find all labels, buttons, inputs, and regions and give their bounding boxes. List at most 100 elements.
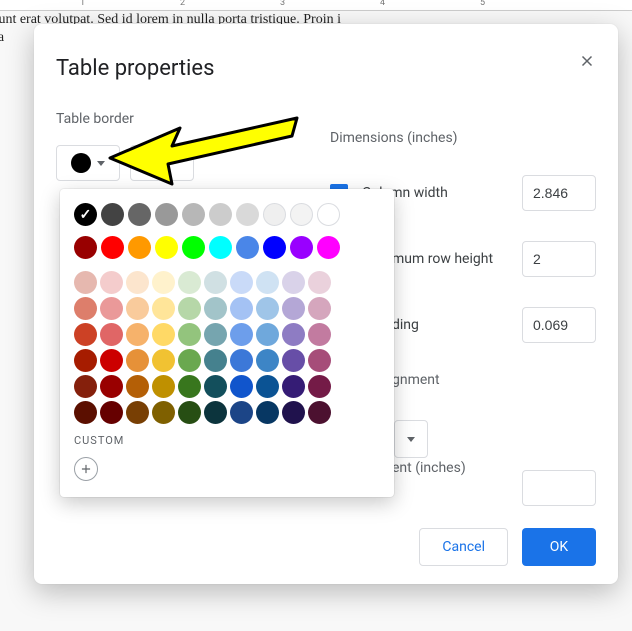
color-swatch[interactable]	[152, 401, 175, 424]
color-swatch[interactable]	[100, 323, 123, 346]
color-swatch[interactable]	[256, 349, 279, 372]
color-swatch[interactable]	[236, 236, 259, 259]
color-swatch[interactable]	[236, 203, 259, 226]
color-swatch[interactable]	[126, 271, 149, 294]
color-swatch[interactable]	[74, 323, 97, 346]
color-swatch[interactable]	[74, 236, 97, 259]
indent-input[interactable]	[522, 470, 596, 506]
color-swatch[interactable]	[209, 203, 232, 226]
color-swatch[interactable]	[126, 349, 149, 372]
border-width-dropdown[interactable]	[130, 145, 194, 181]
row-height-input[interactable]	[522, 241, 596, 277]
border-color-dropdown[interactable]	[56, 145, 120, 181]
color-swatch[interactable]	[74, 297, 97, 320]
color-swatch[interactable]	[263, 203, 286, 226]
color-swatch[interactable]	[126, 401, 149, 424]
color-swatch[interactable]	[230, 323, 253, 346]
current-border-color-swatch	[71, 153, 91, 173]
color-swatch[interactable]	[290, 203, 313, 226]
color-swatch[interactable]	[155, 203, 178, 226]
color-swatch[interactable]	[230, 375, 253, 398]
color-swatch[interactable]	[308, 323, 331, 346]
color-swatch[interactable]	[256, 323, 279, 346]
cell-padding-input[interactable]	[522, 307, 596, 343]
color-swatch[interactable]	[204, 401, 227, 424]
color-swatch[interactable]	[126, 297, 149, 320]
color-swatch[interactable]	[282, 271, 305, 294]
color-swatch[interactable]	[282, 375, 305, 398]
color-swatch[interactable]	[256, 271, 279, 294]
vertical-alignment-dropdown[interactable]	[394, 420, 428, 458]
color-swatch[interactable]	[126, 375, 149, 398]
color-swatch[interactable]	[317, 236, 340, 259]
color-swatch[interactable]	[282, 297, 305, 320]
color-swatch[interactable]	[230, 297, 253, 320]
color-swatch[interactable]	[178, 271, 201, 294]
color-swatch[interactable]	[152, 323, 175, 346]
column-width-input[interactable]	[522, 175, 596, 211]
color-swatch[interactable]	[74, 271, 97, 294]
color-swatch[interactable]	[308, 297, 331, 320]
color-swatch[interactable]	[178, 401, 201, 424]
color-swatch[interactable]	[230, 401, 253, 424]
table-border-label: Table border	[56, 111, 296, 127]
color-swatch[interactable]	[182, 236, 205, 259]
color-swatch[interactable]	[178, 349, 201, 372]
color-swatch[interactable]	[152, 271, 175, 294]
color-swatch[interactable]	[204, 297, 227, 320]
color-swatch[interactable]	[152, 375, 175, 398]
palette-row-shades	[74, 349, 380, 372]
color-swatch[interactable]	[182, 203, 205, 226]
color-swatch[interactable]	[74, 203, 97, 226]
color-swatch[interactable]	[230, 271, 253, 294]
palette-row-shades	[74, 271, 380, 294]
color-swatch[interactable]	[256, 375, 279, 398]
color-swatch[interactable]	[204, 375, 227, 398]
color-swatch[interactable]	[74, 349, 97, 372]
color-swatch[interactable]	[204, 349, 227, 372]
color-swatch[interactable]	[256, 297, 279, 320]
color-swatch[interactable]	[128, 203, 151, 226]
color-swatch[interactable]	[128, 236, 151, 259]
add-custom-color-button[interactable]	[74, 457, 98, 481]
close-button[interactable]	[574, 48, 600, 74]
color-swatch[interactable]	[204, 323, 227, 346]
color-swatch[interactable]	[100, 401, 123, 424]
color-swatch[interactable]	[317, 203, 340, 226]
color-swatch[interactable]	[178, 323, 201, 346]
color-swatch[interactable]	[74, 401, 97, 424]
color-swatch[interactable]	[155, 236, 178, 259]
color-swatch[interactable]	[101, 236, 124, 259]
cancel-button[interactable]: Cancel	[419, 528, 508, 566]
color-swatch[interactable]	[308, 401, 331, 424]
color-swatch[interactable]	[152, 297, 175, 320]
color-swatch[interactable]	[282, 349, 305, 372]
color-swatch[interactable]	[308, 271, 331, 294]
color-swatch[interactable]	[74, 375, 97, 398]
color-swatch[interactable]	[100, 297, 123, 320]
color-swatch[interactable]	[100, 375, 123, 398]
dialog-title: Table properties	[56, 56, 596, 81]
color-swatch[interactable]	[100, 349, 123, 372]
color-swatch[interactable]	[308, 349, 331, 372]
color-swatch[interactable]	[178, 297, 201, 320]
color-swatch[interactable]	[308, 375, 331, 398]
color-swatch[interactable]	[290, 236, 313, 259]
close-icon	[578, 52, 596, 70]
color-swatch[interactable]	[126, 323, 149, 346]
color-swatch[interactable]	[209, 236, 232, 259]
ok-button[interactable]: OK	[522, 528, 596, 566]
color-swatch[interactable]	[230, 349, 253, 372]
color-palette-popover: CUSTOM	[60, 189, 394, 497]
color-swatch[interactable]	[100, 271, 123, 294]
color-swatch[interactable]	[204, 271, 227, 294]
color-swatch[interactable]	[263, 236, 286, 259]
color-swatch[interactable]	[178, 375, 201, 398]
color-swatch[interactable]	[282, 323, 305, 346]
palette-row-grays	[74, 203, 380, 226]
color-swatch[interactable]	[152, 349, 175, 372]
color-swatch[interactable]	[282, 401, 305, 424]
color-swatch[interactable]	[256, 401, 279, 424]
vertical-alignment-label: gnment	[392, 372, 596, 388]
color-swatch[interactable]	[101, 203, 124, 226]
